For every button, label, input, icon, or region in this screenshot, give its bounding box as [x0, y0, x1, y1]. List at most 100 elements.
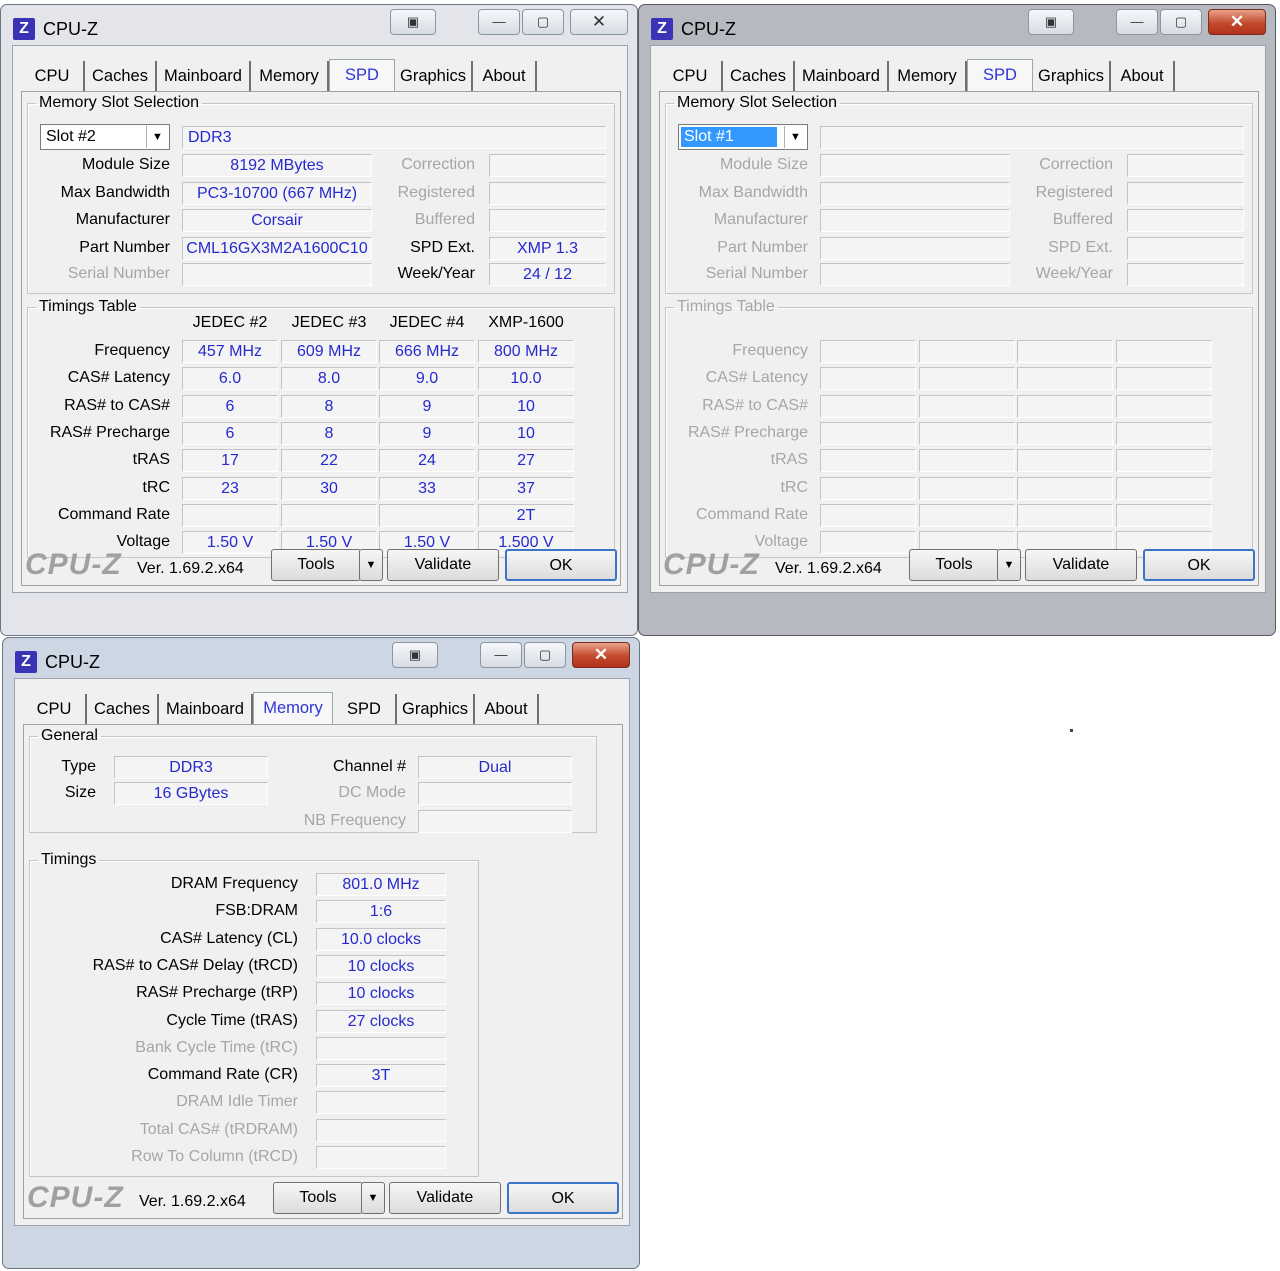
tab-graphics[interactable]: Graphics: [395, 61, 473, 91]
timing-cell: [379, 504, 475, 527]
timing-cell: [1017, 340, 1113, 363]
timing-cell: 9: [379, 395, 475, 418]
tab-graphics[interactable]: Graphics: [1033, 61, 1111, 91]
dc-mode-value: [418, 782, 572, 805]
timing-cell: 22: [281, 449, 377, 472]
timing-cell: 8: [281, 422, 377, 445]
timing-cell: 666 MHz: [379, 340, 475, 363]
timing-row-label: tRC: [142, 479, 170, 496]
chevron-down-icon[interactable]: ▼: [359, 549, 383, 581]
footer: CPU-Z Ver. 1.69.2.x64 Tools ▼ Validate O…: [13, 542, 627, 592]
timing-cell: [1017, 504, 1113, 527]
timing-cell: [1116, 477, 1212, 500]
tab-spd[interactable]: SPD: [967, 59, 1033, 91]
tab-about[interactable]: About: [1111, 61, 1175, 91]
tab-about[interactable]: About: [475, 694, 539, 724]
maximize-button[interactable]: ▢: [522, 9, 564, 35]
snap-icon[interactable]: ▣: [392, 642, 438, 668]
minimize-button[interactable]: —: [480, 642, 522, 668]
timing-cell: [1017, 422, 1113, 445]
tab-memory[interactable]: Memory: [253, 692, 333, 724]
cpuz-window-memory: Z CPU-Z ▣ — ▢ ✕ CPU Caches Mainboard Mem…: [2, 637, 640, 1269]
slot-select[interactable]: Slot #2 ▼: [40, 124, 170, 150]
tab-mainboard[interactable]: Mainboard: [157, 61, 251, 91]
tab-about[interactable]: About: [473, 61, 537, 91]
close-button[interactable]: ✕: [570, 9, 628, 35]
close-button[interactable]: ✕: [1208, 9, 1266, 35]
maximize-button[interactable]: ▢: [1160, 9, 1202, 35]
timing-cell: [919, 395, 1015, 418]
tab-spd[interactable]: SPD: [329, 59, 395, 91]
tab-cpu[interactable]: CPU: [659, 61, 723, 91]
tab-memory[interactable]: Memory: [889, 61, 967, 91]
version-label: Ver. 1.69.2.x64: [139, 1193, 246, 1210]
tab-mainboard[interactable]: Mainboard: [795, 61, 889, 91]
timing-cell: [820, 477, 916, 500]
timing-row-label: Frequency: [94, 342, 170, 359]
snap-icon[interactable]: ▣: [1028, 9, 1074, 35]
timing-cell: [1017, 477, 1113, 500]
timing-value: [316, 1091, 446, 1114]
slot-select[interactable]: Slot #1 ▼: [678, 124, 808, 150]
tab-cpu[interactable]: CPU: [23, 694, 87, 724]
tab-graphics[interactable]: Graphics: [397, 694, 475, 724]
timing-cell: 33: [379, 477, 475, 500]
chevron-down-icon[interactable]: ▼: [997, 549, 1021, 581]
timing-cell: [1017, 395, 1113, 418]
chevron-down-icon[interactable]: ▼: [361, 1182, 385, 1214]
client-area: CPU Caches Mainboard Memory SPD Graphics…: [12, 45, 628, 593]
ok-button[interactable]: OK: [507, 1182, 619, 1214]
tab-caches[interactable]: Caches: [723, 61, 795, 91]
max-bandwidth-label: Max Bandwidth: [60, 184, 170, 201]
timing-label: RAS# to CAS# Delay (tRCD): [92, 957, 298, 974]
type-label: Type: [61, 758, 96, 775]
chevron-down-icon[interactable]: ▼: [146, 126, 168, 148]
group-title: General: [41, 727, 98, 744]
chevron-down-icon[interactable]: ▼: [784, 126, 806, 148]
timing-column-header: XMP-1600: [488, 314, 564, 331]
tab-memory[interactable]: Memory: [251, 61, 329, 91]
group-title: Timings Table: [39, 298, 137, 315]
ok-button[interactable]: OK: [1143, 549, 1255, 581]
validate-button[interactable]: Validate: [387, 549, 499, 581]
serial-number-value: [820, 263, 1010, 286]
registered-value: [489, 182, 606, 205]
tab-spd[interactable]: SPD: [333, 694, 397, 724]
timing-row-label: RAS# Precharge: [49, 424, 170, 441]
timing-label: DRAM Frequency: [170, 875, 298, 892]
timing-cell: 457 MHz: [182, 340, 278, 363]
week-year-value: 24 / 12: [489, 263, 606, 286]
timing-label: Command Rate (CR): [147, 1066, 298, 1083]
timing-cell: [919, 477, 1015, 500]
tab-mainboard[interactable]: Mainboard: [159, 694, 253, 724]
tools-button[interactable]: Tools: [271, 549, 361, 581]
timing-column-header: JEDEC #2: [192, 314, 268, 331]
timing-cell: 2T: [478, 504, 574, 527]
close-button[interactable]: ✕: [572, 642, 630, 668]
cpuz-app-icon: Z: [13, 18, 35, 40]
tools-button[interactable]: Tools: [909, 549, 999, 581]
tab-caches[interactable]: Caches: [87, 694, 159, 724]
tools-button[interactable]: Tools: [273, 1182, 363, 1214]
window-title: CPU-Z: [43, 19, 98, 39]
validate-button[interactable]: Validate: [389, 1182, 501, 1214]
ok-button[interactable]: OK: [505, 549, 617, 581]
timing-row-label: CAS# Latency: [67, 369, 170, 386]
validate-button[interactable]: Validate: [1025, 549, 1137, 581]
tab-caches[interactable]: Caches: [85, 61, 157, 91]
minimize-button[interactable]: —: [1116, 9, 1158, 35]
snap-icon[interactable]: ▣: [390, 9, 436, 35]
week-year-value: [1127, 263, 1244, 286]
minimize-button[interactable]: —: [478, 9, 520, 35]
timing-value: 27 clocks: [316, 1010, 446, 1033]
type-value: DDR3: [114, 756, 268, 779]
timing-cell: 9: [379, 422, 475, 445]
tab-cpu[interactable]: CPU: [21, 61, 85, 91]
serial-number-label: Serial Number: [67, 265, 170, 282]
memory-type-value: DDR3: [182, 126, 606, 149]
maximize-button[interactable]: ▢: [524, 642, 566, 668]
cpuz-window-spd-slot1: Z CPU-Z ▣ — ▢ ✕ CPU Caches Mainboard Mem…: [638, 4, 1276, 636]
spd-ext-value: XMP 1.3: [489, 237, 606, 260]
timing-value: 10 clocks: [316, 982, 446, 1005]
timing-cell: [182, 504, 278, 527]
